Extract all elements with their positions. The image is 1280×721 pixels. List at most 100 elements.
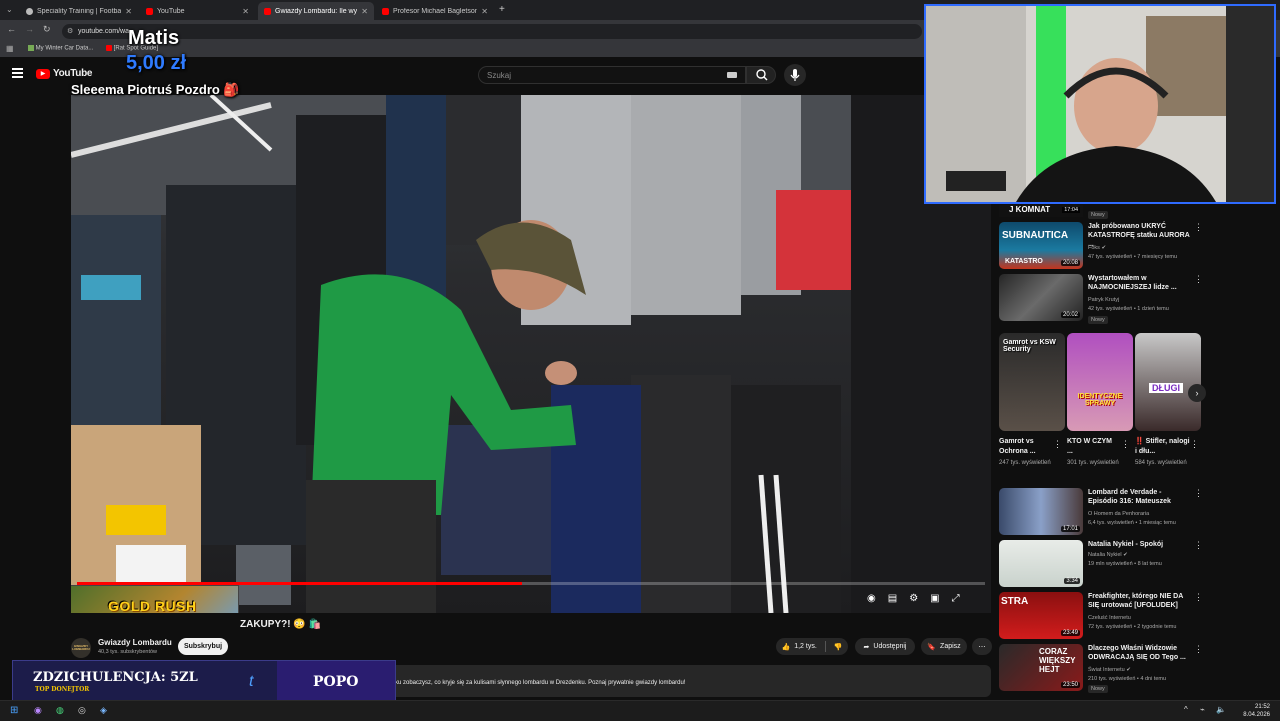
short-info[interactable]: KTO W CZYM ... 301 tys. wyświetleń [1067,437,1119,467]
sidebar-partial-thumbnail[interactable]: J KOMNAT 17:04 [999,205,1083,217]
fullscreen-icon[interactable]: ⤢ [952,593,960,604]
voice-search-button[interactable] [784,64,806,86]
sidebar-video-item[interactable]: STRA 23:49 Freakfighter, którego NIE DA … [999,592,1203,642]
stream-top-donator-bar: ZDZICHULENCJA: 5ZL TOP DONEJTOR t POPO [12,660,396,704]
discord-icon[interactable]: ◉ [34,705,42,716]
donation-name: Matis [128,27,180,49]
site-info-icon[interactable]: ⚙ [67,24,73,39]
progress-bar[interactable] [77,582,985,585]
search-input[interactable]: Szukaj [478,66,746,84]
shorts-next-arrow-icon[interactable]: › [1188,384,1206,402]
forward-icon[interactable]: → [25,24,34,34]
bookmark-my-winter-car[interactable]: My Winter Car Data... [28,45,93,52]
short-thumbnail[interactable]: DŁUGI [1135,333,1201,431]
hamburger-menu-icon[interactable] [12,68,23,78]
back-icon[interactable]: ← [7,24,16,34]
more-vertical-icon[interactable]: ⋮ [1190,439,1199,450]
sidebar-video-item[interactable]: SUBNAUTICA KATASTRO 20:08 Jak próbowano … [999,222,1203,272]
subscribe-button[interactable]: Subskrybuj [178,638,228,655]
donation-message: Sleeema Piotruś Pozdro 🎒 [71,82,240,97]
more-horizontal-icon: ⋯ [978,643,986,651]
video-thumbnail: STRA 23:49 [999,592,1083,639]
channel-avatar[interactable]: GWIAZDY LOMBARDU [71,638,91,658]
keyboard-icon[interactable] [727,72,737,78]
network-icon[interactable]: ⌁ [1200,705,1205,714]
tray-overflow-icon[interactable]: ^ [1184,705,1188,714]
youtube-logo[interactable]: ▶ YouTube [36,68,93,79]
search-button[interactable] [746,66,776,84]
tab-profesor-michael[interactable]: Profesor Michael Bagletson - ... ✕ [376,2,494,20]
more-vertical-icon[interactable]: ⋮ [1194,222,1203,233]
tab-gwiazdy-lombardu[interactable]: Gwiazdy Lombardu: Ile wyd... ✕ [258,2,374,20]
search-icon [756,69,768,81]
sidebar-video-item[interactable]: 20:02 Wystartowałem w NAJMOCNIEJSZEJ lid… [999,274,1203,330]
share-icon: ➦ [863,643,870,651]
bookmark-icon: 🔖 [927,643,937,651]
thumbs-up-icon[interactable]: 👍 [781,643,790,651]
new-badge: Nowy [1088,211,1108,219]
bookmark-favicon-icon [28,45,34,51]
overlay-right-panel: POPO [277,661,395,703]
subscriber-count: 40,3 tys. subskrybentów [98,649,158,655]
video-player[interactable]: GOLD RUSH ◉ ▤ ⚙ ▣ ⤢ [71,95,991,613]
streamer-webcam [924,4,1276,204]
more-vertical-icon[interactable]: ⋮ [1053,439,1062,450]
tab-youtube[interactable]: YouTube ✕ [140,2,255,20]
gold-rush-promo-banner[interactable]: GOLD RUSH [71,585,239,613]
more-actions-button[interactable]: ⋯ [972,638,992,655]
apps-grid-icon[interactable]: ▦ [6,44,14,53]
progress-played [77,582,522,585]
microphone-icon [790,69,800,81]
url-field[interactable]: ⚙ youtube.com/wa [62,24,922,39]
windows-taskbar: ⊞ ◉ ◍ ◎ ◈ ^ ⌁ 🔈 21:52 8.04.2026 [0,700,1280,721]
close-tab-icon[interactable]: ✕ [481,7,488,16]
steam-icon[interactable]: ◈ [100,705,107,716]
subtitles-icon[interactable]: ▤ [888,593,897,604]
tab-list-icon[interactable]: ⌄ [6,5,13,14]
new-tab-icon[interactable]: + [499,4,505,15]
volume-icon[interactable]: 🔈 [1216,705,1226,714]
youtube-favicon-icon [106,45,112,51]
more-vertical-icon[interactable]: ⋮ [1194,488,1203,499]
more-vertical-icon[interactable]: ⋮ [1194,540,1203,551]
thumbs-down-icon[interactable]: 👎 [834,643,843,651]
more-vertical-icon[interactable]: ⋮ [1194,644,1203,655]
video-thumbnail: CORAZ WIĘKSZY HEJT 23:50 [999,644,1083,691]
system-clock[interactable]: 21:52 8.04.2026 [1236,703,1270,719]
short-info[interactable]: ‼️ Stifler, nalogi i dłu... 584 tys. wyś… [1135,437,1191,467]
short-info[interactable]: Gamrot vs Ochrona ... 247 tys. wyświetle… [999,437,1055,467]
donation-amount: 5,00 zł [126,52,187,74]
autoplay-toggle-icon[interactable]: ◉ [867,593,876,604]
sidebar-video-item[interactable]: CORAZ WIĘKSZY HEJT 23:50 Dlaczego Właśni… [999,644,1203,696]
more-vertical-icon[interactable]: ⋮ [1121,439,1130,450]
video-thumbnail: 20:02 [999,274,1083,321]
share-button[interactable]: ➦ Udostępnij [855,638,915,655]
channel-name[interactable]: Gwiazdy Lombardu [98,638,172,647]
player-controls-right: ◉ ▤ ⚙ ▣ ⤢ [867,593,960,604]
windows-start-icon[interactable]: ⊞ [10,705,18,716]
youtube-play-icon: ▶ [36,68,50,79]
short-thumbnail[interactable]: Gamrot vs KSW Security [999,333,1065,431]
youtube-favicon-icon [146,7,153,15]
chrome-icon[interactable]: ◍ [56,705,64,716]
close-tab-icon[interactable]: ✕ [125,7,132,16]
like-dislike-group: 👍 1,2 tys. 👎 [776,638,848,655]
webcam-feed-image [926,6,1274,202]
tipply-logo-icon: t [249,673,254,690]
sidebar-video-item[interactable]: 3:34 Natalia Nykiel - Spokój Natalia Nyk… [999,540,1203,590]
close-tab-icon[interactable]: ✕ [361,7,368,16]
tab-speciality-training[interactable]: Speciality Training | FootballTea ✕ [20,2,138,20]
close-tab-icon[interactable]: ✕ [242,7,249,16]
settings-gear-icon[interactable]: ⚙ [909,593,918,604]
youtube-favicon-icon [264,7,271,15]
obs-icon[interactable]: ◎ [78,705,86,716]
sidebar-video-item[interactable]: 17:01 Lombard de Verdade - Episódio 316:… [999,488,1203,538]
more-vertical-icon[interactable]: ⋮ [1194,592,1203,603]
video-thumbnail: 17:01 [999,488,1083,535]
youtube-favicon-icon [382,7,389,15]
short-thumbnail[interactable]: IDENTYCZNE SPRAWY [1067,333,1133,431]
reload-icon[interactable]: ↻ [43,24,51,35]
more-vertical-icon[interactable]: ⋮ [1194,274,1203,285]
miniplayer-icon[interactable]: ▣ [930,593,939,604]
save-button[interactable]: 🔖 Zapisz [921,638,967,655]
